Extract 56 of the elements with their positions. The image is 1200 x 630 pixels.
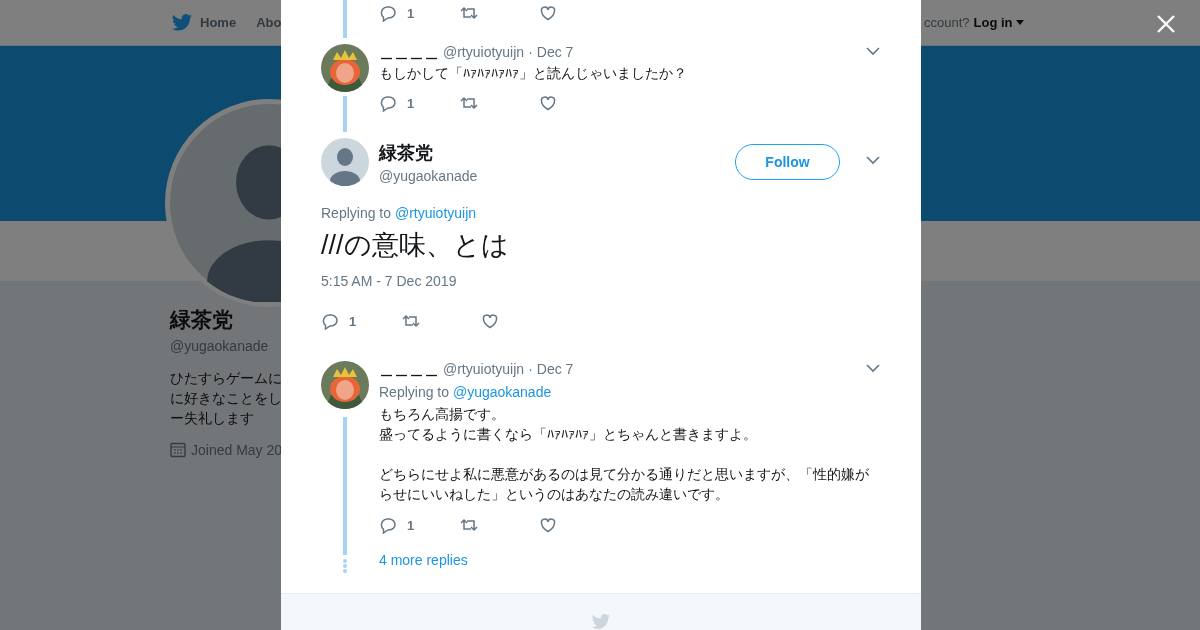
join-date: Joined May 20 <box>191 442 283 458</box>
reply-icon[interactable] <box>379 516 397 534</box>
home-link[interactable]: Home <box>171 11 237 34</box>
user-handle[interactable]: @rtyuiotyuijn <box>443 44 525 60</box>
reply-icon[interactable] <box>321 312 339 330</box>
tweet-date[interactable]: Dec 7 <box>536 361 574 377</box>
reply-icon[interactable] <box>379 94 397 112</box>
reply-count: 1 <box>407 95 415 111</box>
avatar[interactable] <box>321 44 369 92</box>
mention-link[interactable]: @rtyuiotyuijn <box>394 205 477 221</box>
avatar[interactable] <box>321 138 369 186</box>
user-handle[interactable]: @yugaokanade <box>379 167 735 184</box>
tweet-text: もしかして「ﾊｧﾊｧﾊｧﾊｧ」と読んじゃいましたか？ <box>379 64 688 83</box>
replying-to-text: Replying to @rtyuiotyuijn <box>321 205 478 221</box>
account-prompt: ccount? <box>924 15 970 30</box>
heart-icon[interactable] <box>481 312 499 330</box>
avatar[interactable] <box>321 361 369 409</box>
reply-count: 1 <box>407 5 415 21</box>
profile-bio-line: に好きなことをし <box>170 389 282 408</box>
bird-icon <box>591 612 611 630</box>
heart-icon[interactable] <box>539 516 557 534</box>
profile-bio-line: ー失礼します <box>170 409 254 428</box>
follow-button[interactable]: Follow <box>735 144 840 180</box>
tweet-text-line: もちろん高揚です。 <box>379 405 506 424</box>
retweet-icon[interactable] <box>459 516 479 534</box>
tweet-text-line: どちらにせよ私に悪意があるのは見て分かる通りだと思いますが、「性的嫌がらせにいいねした」というのはあなたの読み違いです。 <box>379 465 870 504</box>
calendar-icon <box>170 442 186 458</box>
more-replies-link[interactable]: 4 more replies <box>379 552 468 568</box>
profile-bio-line: ひたすらゲームに <box>170 369 282 388</box>
caret-icon <box>1015 20 1024 25</box>
tweet-text: ///の意味、とは <box>321 229 510 262</box>
tweet-text-line: 盛ってるように書くなら「ﾊｧﾊｧﾊｧ」とちゃんと書きますよ。 <box>379 425 758 444</box>
replying-to-text: Replying to @yugaokanade <box>379 384 553 400</box>
separator-dot: · <box>528 44 533 60</box>
user-name[interactable]: 緑茶党 <box>379 140 735 165</box>
login-link[interactable]: Log in <box>973 15 1024 30</box>
more-dots-icon <box>343 559 347 573</box>
reply-count: 1 <box>349 313 357 329</box>
reply-icon[interactable] <box>379 4 397 22</box>
separator-dot: · <box>528 361 533 377</box>
about-link[interactable]: Abo <box>256 15 282 30</box>
user-name[interactable]: ＿＿＿＿ <box>379 42 439 62</box>
profile-name: 緑茶党 <box>170 307 233 333</box>
user-handle[interactable]: @rtyuiotyuijn <box>443 361 525 377</box>
reply-count: 1 <box>407 517 415 533</box>
mention-link[interactable]: @yugaokanade <box>452 384 552 400</box>
user-name[interactable]: ＿＿＿＿ <box>379 359 439 379</box>
retweet-icon[interactable] <box>459 4 479 22</box>
heart-icon[interactable] <box>539 94 557 112</box>
tweet-date[interactable]: Dec 7 <box>536 44 574 60</box>
tweet-timestamp[interactable]: 5:15 AM - 7 Dec 2019 <box>321 273 881 289</box>
close-icon[interactable] <box>1156 14 1176 34</box>
retweet-icon[interactable] <box>401 312 421 330</box>
profile-handle: @yugaokanade <box>170 338 269 354</box>
retweet-icon[interactable] <box>459 94 479 112</box>
heart-icon[interactable] <box>539 4 557 22</box>
